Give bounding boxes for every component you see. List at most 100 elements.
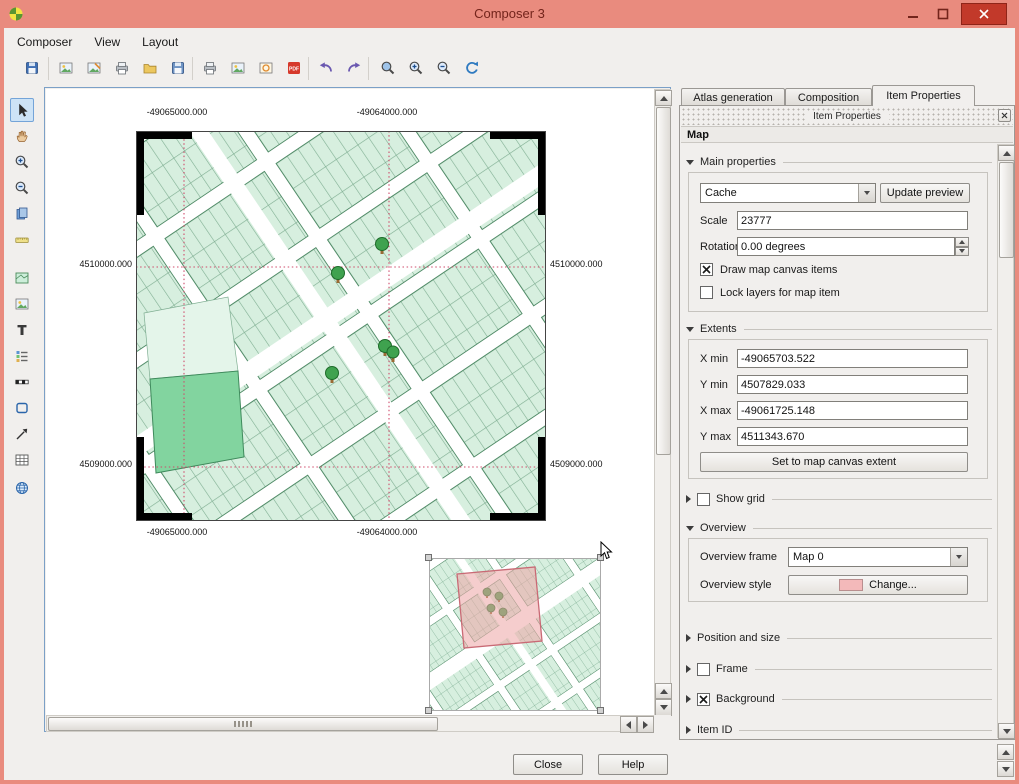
set-to-map-canvas-extent-button[interactable]: Set to map canvas extent <box>700 452 968 472</box>
zoom-in-icon[interactable] <box>404 56 428 80</box>
map-item[interactable] <box>136 131 546 521</box>
add-attribute-table-icon[interactable] <box>10 448 34 472</box>
preview-mode-combobox[interactable]: Cache <box>700 183 876 203</box>
redo-icon[interactable] <box>342 56 366 80</box>
scroll-up-button[interactable] <box>655 90 672 106</box>
scroll-left-button[interactable] <box>620 716 637 733</box>
collapse-arrow-icon <box>686 327 694 332</box>
panel-scroll-thumb[interactable] <box>999 162 1014 258</box>
spin-down-icon[interactable] <box>955 247 969 257</box>
export-pdf-icon[interactable]: PDF <box>282 56 306 80</box>
add-legend-icon[interactable] <box>10 344 34 368</box>
expand-arrow-icon <box>686 634 691 642</box>
overview-header[interactable]: Overview <box>686 521 992 535</box>
show-grid-label: Show grid <box>716 493 765 505</box>
add-basic-shape-icon[interactable] <box>10 396 34 420</box>
overview-title: Overview <box>700 522 746 534</box>
select-move-item-icon[interactable] <box>10 98 34 122</box>
vertical-scroll-thumb[interactable] <box>656 107 671 455</box>
spin-up-icon[interactable] <box>955 237 969 247</box>
selection-handle-top-left[interactable] <box>425 554 432 561</box>
add-map-icon[interactable] <box>10 266 34 290</box>
rotation-spinner[interactable] <box>955 237 969 256</box>
export-as-image-icon[interactable] <box>54 56 78 80</box>
zoom-full-icon[interactable] <box>376 56 400 80</box>
main-properties-header[interactable]: Main properties <box>686 155 992 169</box>
panel-scroll-down-button[interactable] <box>998 723 1015 739</box>
selection-handle-bottom-left[interactable] <box>425 707 432 714</box>
overview-style-label: Overview style <box>700 579 772 591</box>
panel-scroll-up-button[interactable] <box>998 145 1015 161</box>
xmax-input[interactable] <box>737 401 968 420</box>
overview-map-item[interactable] <box>429 558 601 711</box>
grid-label-bottom-left: -49065000.000 <box>132 527 222 537</box>
measure-icon[interactable] <box>10 228 34 252</box>
lock-layers-checkbox[interactable] <box>700 286 713 299</box>
menu-layout[interactable]: Layout <box>133 32 187 52</box>
frame-section[interactable]: Frame <box>686 662 992 676</box>
tab-atlas-generation[interactable]: Atlas generation <box>681 88 785 106</box>
save-template-icon[interactable] <box>166 56 190 80</box>
ymax-input[interactable] <box>737 427 968 446</box>
scroll-right-button[interactable] <box>637 716 654 733</box>
menu-view[interactable]: View <box>85 32 129 52</box>
extents-header[interactable]: Extents <box>686 322 992 336</box>
selection-handle-bottom-right[interactable] <box>597 707 604 714</box>
add-html-frame-icon[interactable] <box>10 476 34 500</box>
toolbar-separator <box>368 57 369 80</box>
background-checkbox[interactable] <box>697 693 710 706</box>
overview-frame-combobox[interactable]: Map 0 <box>788 547 968 567</box>
dock-close-icon[interactable] <box>998 109 1011 122</box>
minimize-button[interactable] <box>898 3 928 25</box>
add-arrow-icon[interactable] <box>10 422 34 446</box>
panel-extra-scroll-up-button[interactable] <box>997 744 1014 760</box>
refresh-icon[interactable] <box>460 56 484 80</box>
save-icon[interactable] <box>20 56 44 80</box>
scale-input[interactable] <box>737 211 968 230</box>
maximize-button[interactable] <box>928 3 958 25</box>
add-scalebar-icon[interactable] <box>10 370 34 394</box>
rotation-input[interactable] <box>737 237 955 256</box>
zoom-out-tool-icon[interactable] <box>10 176 34 200</box>
ymin-input[interactable] <box>737 375 968 394</box>
add-new-map-icon[interactable] <box>10 202 34 226</box>
item-id-section[interactable]: Item ID <box>686 723 992 737</box>
close-window-button[interactable] <box>961 3 1007 25</box>
print-icon[interactable] <box>110 56 134 80</box>
help-button[interactable]: Help <box>598 754 668 775</box>
menu-composer[interactable]: Composer <box>8 32 81 52</box>
canvas-horizontal-scrollbar[interactable] <box>46 715 654 732</box>
scroll-down-button[interactable] <box>655 699 672 716</box>
move-item-content-icon[interactable] <box>10 124 34 148</box>
show-grid-section[interactable]: Show grid <box>686 492 992 506</box>
zoom-in-tool-icon[interactable] <box>10 150 34 174</box>
frame-checkbox[interactable] <box>697 663 710 676</box>
scroll-up-button-2[interactable] <box>655 683 672 699</box>
add-label-icon[interactable] <box>10 318 34 342</box>
export-image-icon[interactable] <box>226 56 250 80</box>
show-grid-checkbox[interactable] <box>697 493 710 506</box>
zoom-out-icon[interactable] <box>432 56 456 80</box>
tab-item-properties[interactable]: Item Properties <box>872 85 975 106</box>
xmin-input[interactable] <box>737 349 968 368</box>
horizontal-scroll-thumb[interactable] <box>48 717 438 731</box>
export-as-svg-icon[interactable] <box>82 56 106 80</box>
close-button[interactable]: Close <box>513 754 583 775</box>
draw-canvas-items-checkbox[interactable] <box>700 263 713 276</box>
panel-extra-scroll-down-button[interactable] <box>997 761 1014 777</box>
panel-scrollbar[interactable] <box>997 144 1014 738</box>
grid-label-right-bottom: 4509000.000 <box>550 459 620 469</box>
load-template-icon[interactable] <box>138 56 162 80</box>
export-svg-icon[interactable] <box>254 56 278 80</box>
composition-page[interactable]: -49065000.000 -49064000.000 -49065000.00… <box>46 89 654 715</box>
position-and-size-section[interactable]: Position and size <box>686 631 992 645</box>
update-preview-button[interactable]: Update preview <box>880 183 970 203</box>
toolbar-separator <box>48 57 49 80</box>
background-section[interactable]: Background <box>686 692 992 706</box>
tab-composition[interactable]: Composition <box>785 88 872 106</box>
add-image-icon[interactable] <box>10 292 34 316</box>
undo-icon[interactable] <box>314 56 338 80</box>
print-composition-icon[interactable] <box>198 56 222 80</box>
overview-style-change-button[interactable]: Change... <box>788 575 968 595</box>
canvas-vertical-scrollbar[interactable] <box>654 89 671 715</box>
